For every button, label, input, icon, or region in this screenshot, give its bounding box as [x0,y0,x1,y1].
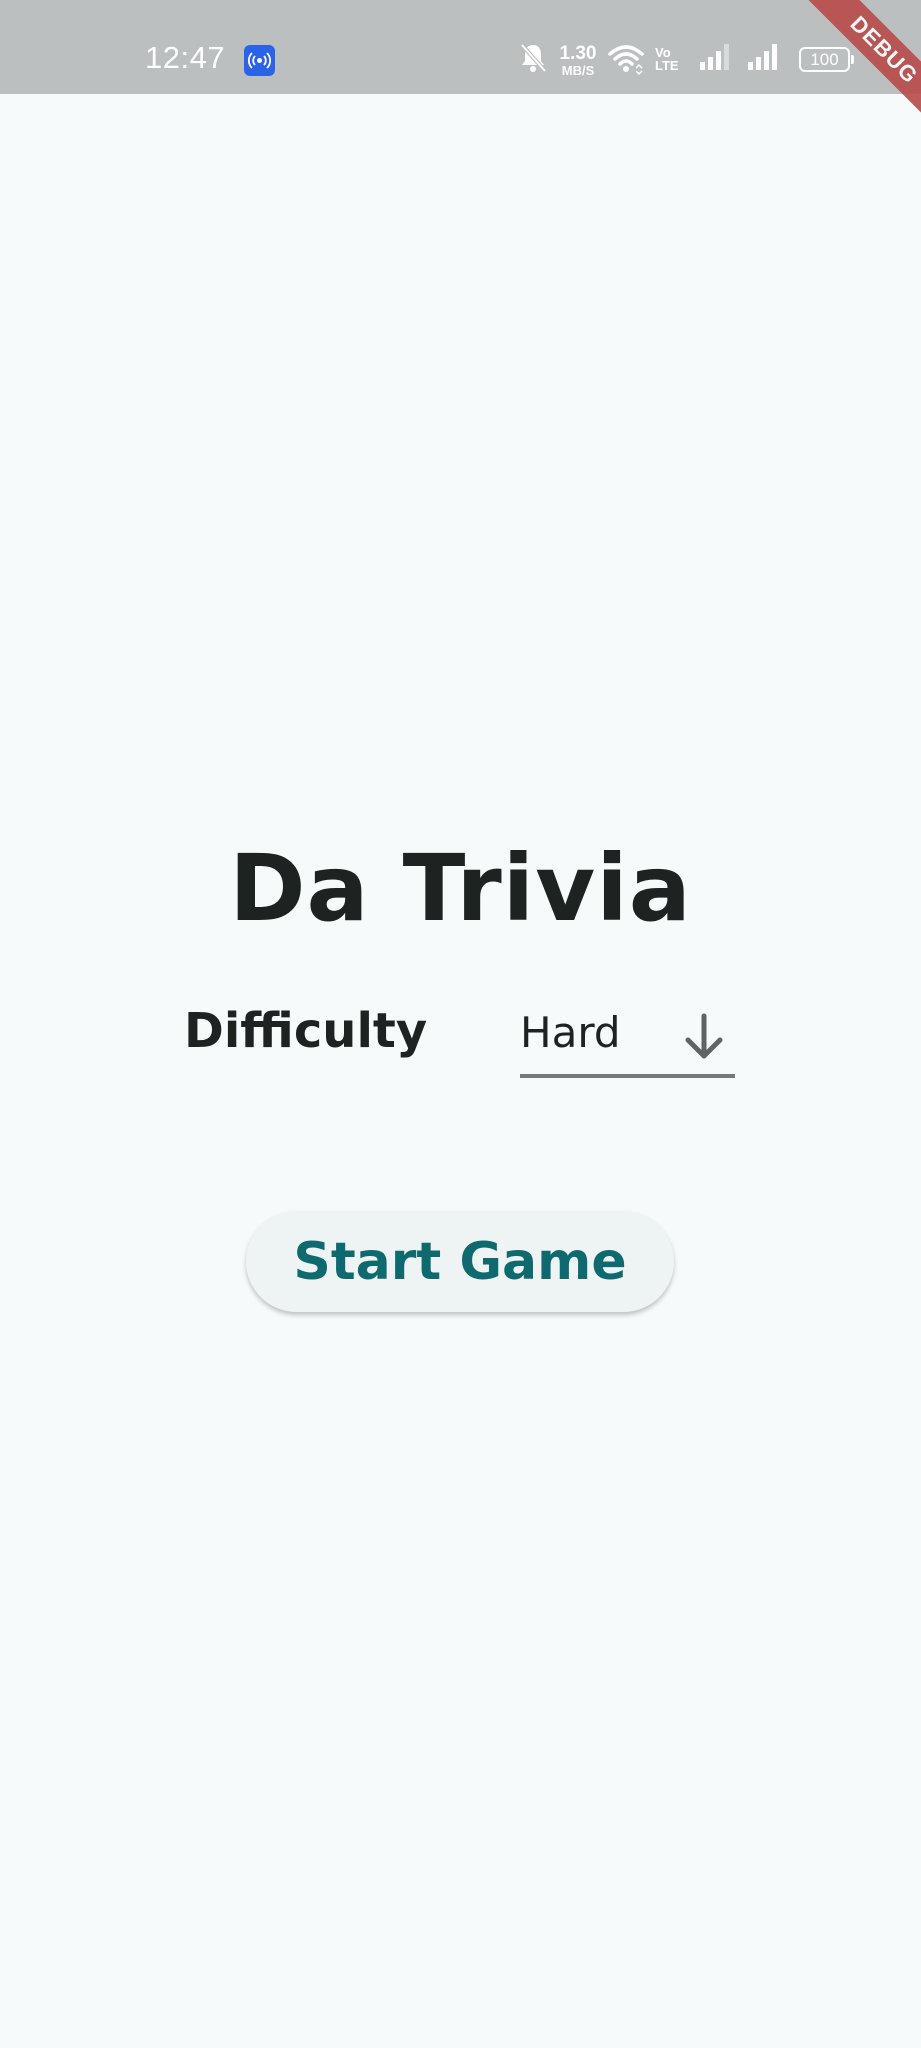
signal-icon [698,40,732,80]
hotspot-icon [244,45,275,76]
difficulty-selected-value: Hard [520,1008,621,1057]
status-time: 12:47 [145,40,226,75]
debug-banner-label: DEBUG [793,0,921,141]
net-speed-unit: MB/S [561,63,595,78]
arrow-down-icon [680,1012,728,1068]
app-title: Da Trivia [229,835,692,942]
debug-banner: DEBUG [771,0,921,150]
net-speed-value: 1.30 [559,43,597,64]
volte-icon: Vo LTE [655,45,679,73]
difficulty-dropdown[interactable]: Hard [520,1000,735,1080]
net-speed: 1.30 MB/S [556,44,600,84]
wifi-icon [606,40,646,80]
dropdown-underline [520,1074,735,1078]
start-game-button[interactable]: Start Game [246,1211,674,1312]
bell-off-icon [518,40,548,80]
difficulty-label: Difficulty [184,1003,428,1059]
